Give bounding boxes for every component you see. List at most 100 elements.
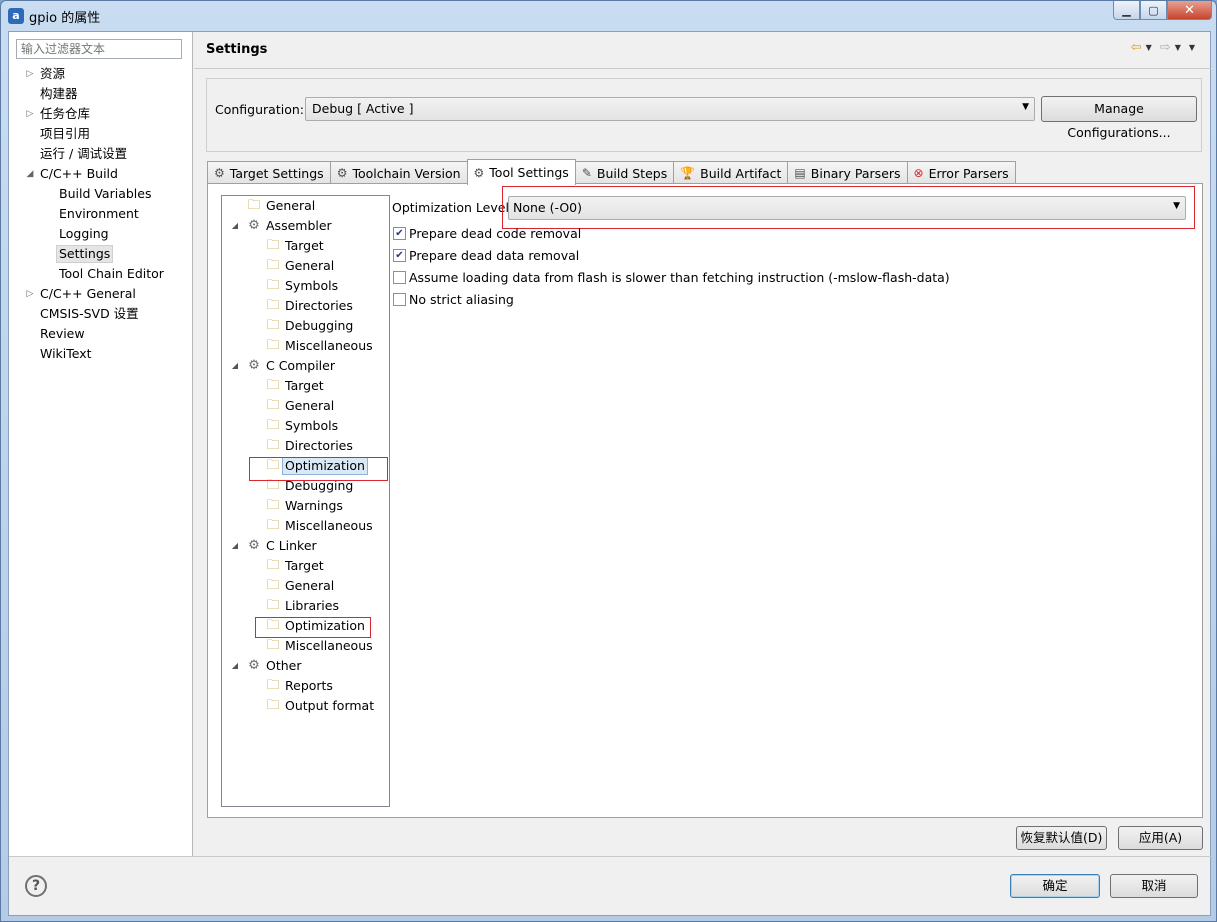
tool-tree-label: Directories [285, 438, 353, 453]
tool-tree-item[interactable]: 🗀 Miscellaneous [222, 636, 389, 656]
tool-tree-item[interactable]: 🗀 Target [222, 376, 389, 396]
close-button[interactable]: ✕ [1167, 1, 1212, 20]
tool-tree-item[interactable]: 🗀 Miscellaneous [222, 516, 389, 536]
category-item[interactable]: ◢ C/C++ Build [9, 164, 193, 184]
option-checkbox-row[interactable]: No strict aliasing [393, 292, 514, 307]
tool-tree-label: Debugging [285, 318, 354, 333]
tool-tree-item[interactable]: 🗀 General [222, 396, 389, 416]
tool-tree-item[interactable]: 🗀 General [222, 256, 389, 276]
category-item[interactable]: CMSIS-SVD 设置 [9, 304, 193, 324]
collapse-arrow-icon[interactable]: ◢ [230, 356, 240, 376]
category-item[interactable]: Build Variables [9, 184, 193, 204]
category-item[interactable]: WikiText [9, 344, 193, 364]
tab-build-steps[interactable]: ✎ Build Steps [574, 161, 675, 184]
apply-button[interactable]: 应用(A) [1118, 826, 1203, 850]
option-page-icon: 🗀 [266, 458, 280, 473]
manage-configurations-button[interactable]: Manage Configurations... [1041, 96, 1197, 140]
tool-tree-item[interactable]: 🗀 General [222, 576, 389, 596]
option-checkbox-row[interactable]: Assume loading data from flash is slower… [393, 270, 950, 285]
category-item[interactable]: ▷ C/C++ General [9, 284, 193, 304]
tool-tree-label: Miscellaneous [285, 518, 373, 533]
configuration-value: Debug [ Active ] [312, 101, 414, 116]
option-checkbox-row[interactable]: ✔ Prepare dead code removal [393, 226, 581, 241]
collapse-arrow-icon[interactable]: ◢ [230, 216, 240, 236]
tab-tool-settings[interactable]: ⚙ Tool Settings [466, 159, 576, 185]
tool-tree-item[interactable]: 🗀 Symbols [222, 416, 389, 436]
binary-icon: ▤ [794, 166, 806, 180]
tool-tree-label: Libraries [285, 598, 339, 613]
checkbox-checked[interactable]: ✔ [393, 249, 406, 262]
option-page-icon: 🗀 [266, 638, 280, 653]
tool-tree-item[interactable]: ◢ ⚙ Assembler [222, 216, 389, 236]
dialog-client: ▷ 资源构建器 ▷ 任务仓库项目引用运行 / 调试设置 ◢ C/C++ Build Buil… [8, 31, 1212, 916]
title-bar: a gpio 的属性 ▁ ▢ ✕ [1, 1, 1216, 31]
category-item[interactable]: 运行 / 调试设置 [9, 144, 193, 164]
category-item[interactable]: ▷ 资源 [9, 64, 193, 84]
tool-tree-item[interactable]: 🗀 Directories [222, 436, 389, 456]
filter-input[interactable] [16, 39, 182, 59]
maximize-button[interactable]: ▢ [1140, 1, 1167, 20]
forward-dropdown-icon[interactable]: ▼ [1175, 43, 1181, 52]
forward-arrow-icon[interactable]: ⇨ [1160, 40, 1171, 55]
tool-tree-item[interactable]: 🗀 General [222, 196, 389, 216]
tool-tree-item[interactable]: 🗀 Debugging [222, 476, 389, 496]
tab-binary-parsers[interactable]: ▤ Binary Parsers [787, 161, 908, 184]
tool-tree-item[interactable]: 🗀 Miscellaneous [222, 336, 389, 356]
configuration-select[interactable]: Debug [ Active ] ▼ [305, 97, 1035, 121]
build-steps-icon: ✎ [581, 166, 592, 180]
option-page-icon: 🗀 [266, 378, 280, 393]
category-item[interactable]: Environment [9, 204, 193, 224]
expand-arrow-icon[interactable]: ▷ [26, 64, 34, 84]
collapse-arrow-icon[interactable]: ◢ [230, 536, 240, 556]
option-checkbox-row[interactable]: ✔ Prepare dead data removal [393, 248, 579, 263]
restore-defaults-button[interactable]: 恢复默认值(D) [1016, 826, 1107, 850]
tool-tree-item[interactable]: 🗀 Libraries [222, 596, 389, 616]
help-icon[interactable]: ? [25, 875, 47, 897]
tool-tree-item[interactable]: ◢ ⚙ C Linker [222, 536, 389, 556]
tab-error-parsers[interactable]: ⊗ Error Parsers [906, 161, 1016, 184]
optimization-level-select[interactable]: None (-O0) ▼ [508, 196, 1186, 220]
tab-toolchain-version[interactable]: ⚙ Toolchain Version [329, 161, 468, 184]
tool-tree-item[interactable]: 🗀 Debugging [222, 316, 389, 336]
tool-tree-label: Assembler [266, 218, 332, 233]
view-menu-icon[interactable]: ▼ [1189, 43, 1195, 52]
tab-build-artifact[interactable]: 🏆 Build Artifact [673, 161, 789, 184]
tool-settings-panel: 🗀 General ◢ ⚙ Assembler 🗀 Target 🗀 General 🗀 Symbo… [207, 183, 1203, 818]
checkbox-unchecked[interactable] [393, 271, 406, 284]
category-item[interactable]: ▷ 任务仓库 [9, 104, 193, 124]
collapse-arrow-icon[interactable]: ◢ [230, 656, 240, 676]
tool-tree-item[interactable]: ◢ ⚙ Other [222, 656, 389, 676]
back-arrow-icon[interactable]: ⇦ [1131, 40, 1142, 55]
tool-tree-item[interactable]: ◢ ⚙ C Compiler [222, 356, 389, 376]
tool-category-icon: ⚙ [248, 538, 260, 553]
tool-tree-item[interactable]: 🗀 Symbols [222, 276, 389, 296]
ok-button[interactable]: 确定 [1010, 874, 1100, 898]
tab-label: Target Settings [229, 165, 324, 181]
tool-tree-item[interactable]: 🗀 Optimization [222, 456, 389, 476]
tool-tree-item[interactable]: 🗀 Target [222, 556, 389, 576]
cancel-button[interactable]: 取消 [1110, 874, 1198, 898]
category-item[interactable]: 构建器 [9, 84, 193, 104]
tool-tree-item[interactable]: 🗀 Optimization [222, 616, 389, 636]
category-item[interactable]: Tool Chain Editor [9, 264, 193, 284]
category-item-label: Settings [56, 245, 114, 263]
tool-tree-item[interactable]: 🗀 Output format [222, 696, 389, 716]
category-item[interactable]: Settings [9, 244, 193, 264]
checkbox-checked[interactable]: ✔ [393, 227, 406, 240]
expand-arrow-icon[interactable]: ▷ [26, 104, 34, 124]
tool-tree-item[interactable]: 🗀 Warnings [222, 496, 389, 516]
checkbox-unchecked[interactable] [393, 293, 406, 306]
tool-tree-item[interactable]: 🗀 Reports [222, 676, 389, 696]
category-item[interactable]: Review [9, 324, 193, 344]
back-dropdown-icon[interactable]: ▼ [1146, 43, 1152, 52]
tool-tree-item[interactable]: 🗀 Target [222, 236, 389, 256]
minimize-button[interactable]: ▁ [1113, 1, 1140, 20]
collapse-arrow-icon[interactable]: ◢ [26, 164, 34, 184]
configuration-group: Configuration: Debug [ Active ] ▼ Manage… [206, 78, 1202, 152]
category-item[interactable]: 项目引用 [9, 124, 193, 144]
tool-tree-item[interactable]: 🗀 Directories [222, 296, 389, 316]
expand-arrow-icon[interactable]: ▷ [26, 284, 34, 304]
tab-target-settings[interactable]: ⚙ Target Settings [207, 161, 331, 184]
category-item[interactable]: Logging [9, 224, 193, 244]
option-page-icon: 🗀 [266, 418, 280, 433]
